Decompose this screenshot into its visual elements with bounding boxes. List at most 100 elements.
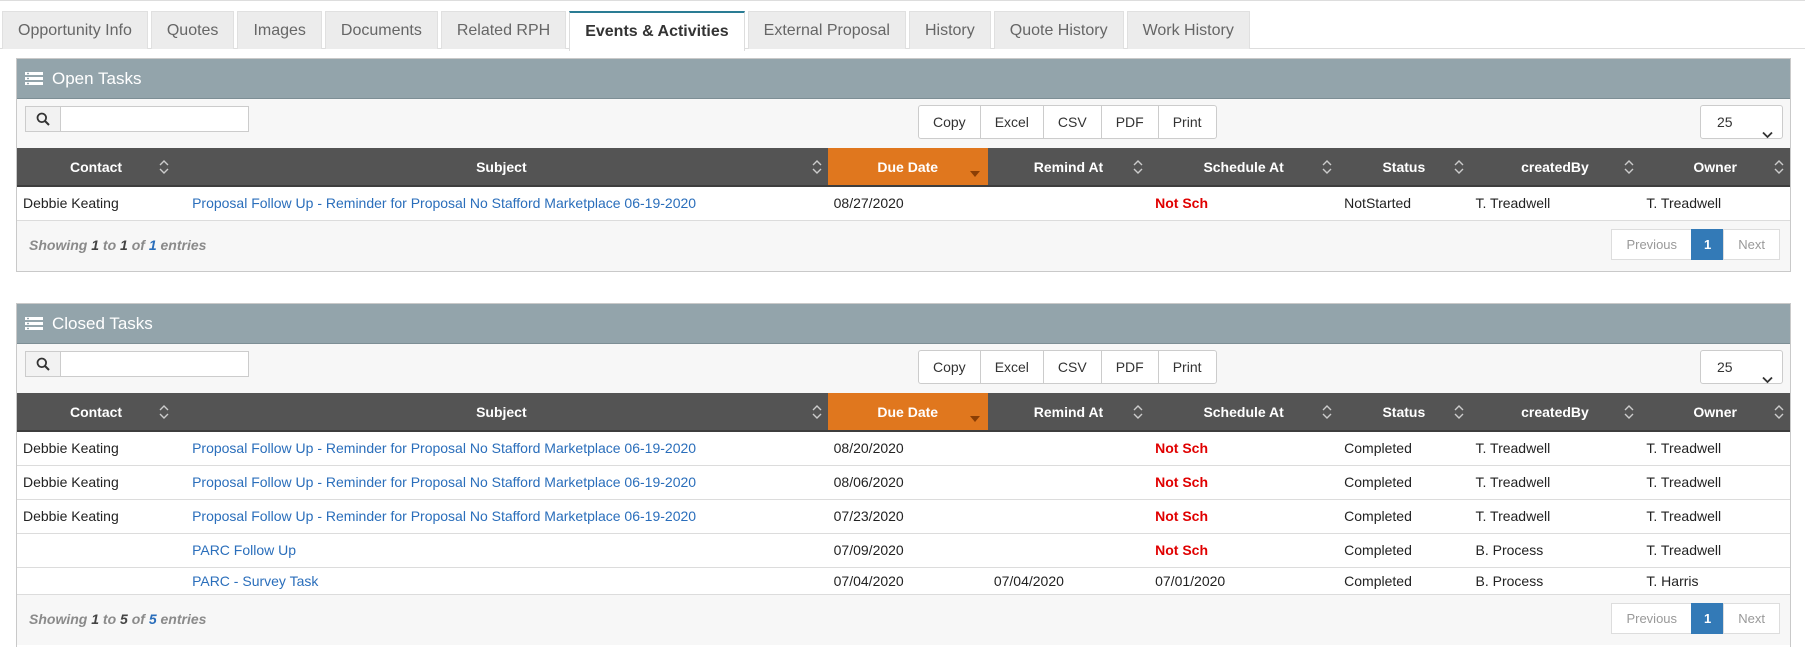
column-header-status[interactable]: Status [1338, 148, 1470, 187]
page-1-button[interactable]: 1 [1691, 602, 1725, 634]
sort-icon [1624, 160, 1634, 174]
search-input[interactable] [61, 351, 249, 377]
page-size-select[interactable]: 25 [1700, 350, 1783, 384]
tab-quotes[interactable]: Quotes [150, 11, 235, 49]
search-box [25, 351, 249, 377]
open-tasks-panel: Open Tasks Copy Excel CSV PDF Print 25 C… [16, 58, 1791, 272]
cell-contact: Debbie Keating [17, 186, 176, 221]
table-header-row: Contact Subject Due Date Remind At Sched… [17, 393, 1790, 432]
tab-related-rph[interactable]: Related RPH [440, 11, 567, 49]
print-button[interactable]: Print [1157, 350, 1217, 384]
search-icon[interactable] [25, 351, 61, 377]
column-header-contact[interactable]: Contact [17, 393, 176, 432]
pdf-button[interactable]: PDF [1100, 105, 1159, 139]
sort-icon [1454, 405, 1464, 419]
search-input[interactable] [61, 106, 249, 132]
csv-button[interactable]: CSV [1042, 105, 1102, 139]
copy-button[interactable]: Copy [918, 105, 981, 139]
column-header-subject[interactable]: Subject [175, 148, 828, 187]
cell-status: Completed [1338, 533, 1470, 568]
tab-events-activities[interactable]: Events & Activities [569, 11, 745, 51]
column-header-owner[interactable]: Owner [1640, 393, 1790, 432]
cell-owner: T. Treadwell [1640, 499, 1790, 534]
column-header-schedule-at[interactable]: Schedule At [1149, 393, 1339, 432]
cell-subject-link[interactable]: PARC Follow Up [175, 533, 828, 568]
previous-button[interactable]: Previous [1611, 228, 1693, 260]
chevron-down-icon [1762, 118, 1773, 150]
table-footer: Showing 1 to 1 of 1 entries Previous 1 N… [17, 220, 1790, 271]
closed-tasks-table: Contact Subject Due Date Remind At Sched… [17, 393, 1790, 595]
pdf-button[interactable]: PDF [1100, 350, 1159, 384]
table-row: Debbie Keating Proposal Follow Up - Remi… [17, 186, 1790, 221]
column-header-schedule-at[interactable]: Schedule At [1149, 148, 1339, 187]
copy-button[interactable]: Copy [918, 350, 981, 384]
cell-status: Completed [1338, 431, 1470, 466]
cell-owner: T. Harris [1640, 567, 1790, 595]
cell-contact: Debbie Keating [17, 499, 176, 534]
search-icon[interactable] [25, 106, 61, 132]
page-size-value: 25 [1717, 359, 1733, 375]
sort-icon [159, 405, 169, 419]
cell-subject-link[interactable]: Proposal Follow Up - Reminder for Propos… [175, 186, 828, 221]
cell-remind-at [987, 465, 1150, 500]
column-header-due-date[interactable]: Due Date [827, 148, 988, 187]
column-header-owner[interactable]: Owner [1640, 148, 1790, 187]
export-buttons: Copy Excel CSV PDF Print [918, 350, 1217, 384]
column-header-created-by[interactable]: createdBy [1469, 393, 1641, 432]
cell-remind-at [987, 533, 1150, 568]
cell-due-date: 07/23/2020 [827, 499, 988, 534]
cell-due-date: 07/09/2020 [827, 533, 988, 568]
panel-title: Open Tasks [52, 68, 142, 88]
column-header-remind-at[interactable]: Remind At [987, 148, 1150, 187]
column-header-subject[interactable]: Subject [175, 393, 828, 432]
csv-button[interactable]: CSV [1042, 350, 1102, 384]
column-header-remind-at[interactable]: Remind At [987, 393, 1150, 432]
cell-subject-link[interactable]: Proposal Follow Up - Reminder for Propos… [175, 499, 828, 534]
chevron-down-icon [1762, 363, 1773, 395]
list-icon [25, 316, 43, 331]
entries-info: Showing 1 to 5 of 5 entries [29, 610, 207, 627]
tab-opportunity-info[interactable]: Opportunity Info [2, 11, 148, 49]
tabs: Opportunity Info Quotes Images Documents… [0, 1, 1805, 51]
cell-remind-at [987, 431, 1150, 466]
sort-icon [812, 160, 822, 174]
tab-history[interactable]: History [908, 11, 991, 49]
cell-owner: T. Treadwell [1640, 533, 1790, 568]
cell-schedule-at: 07/01/2020 [1149, 567, 1339, 595]
cell-due-date: 08/06/2020 [827, 465, 988, 500]
tab-external-proposal[interactable]: External Proposal [747, 11, 906, 49]
column-header-due-date[interactable]: Due Date [827, 393, 988, 432]
cell-subject-link[interactable]: Proposal Follow Up - Reminder for Propos… [175, 465, 828, 500]
tab-images[interactable]: Images [237, 11, 322, 49]
table-footer: Showing 1 to 5 of 5 entries Previous 1 N… [17, 594, 1790, 645]
tab-quote-history[interactable]: Quote History [993, 11, 1124, 49]
sort-icon [1774, 405, 1784, 419]
tab-documents[interactable]: Documents [324, 11, 438, 49]
next-button[interactable]: Next [1723, 228, 1780, 260]
sort-icon [1133, 160, 1143, 174]
sort-icon [1454, 160, 1464, 174]
page-size-select[interactable]: 25 [1700, 105, 1783, 139]
sort-icon [1322, 405, 1332, 419]
column-header-created-by[interactable]: createdBy [1469, 148, 1641, 187]
cell-subject-link[interactable]: Proposal Follow Up - Reminder for Propos… [175, 431, 828, 466]
cell-schedule-at: Not Sch [1149, 186, 1339, 221]
table-row: PARC Follow Up 07/09/2020 Not Sch Comple… [17, 533, 1790, 568]
page-1-button[interactable]: 1 [1691, 228, 1725, 260]
cell-subject-link[interactable]: PARC - Survey Task [175, 567, 828, 595]
excel-button[interactable]: Excel [979, 105, 1044, 139]
cell-schedule-at: Not Sch [1149, 499, 1339, 534]
cell-remind-at [987, 499, 1150, 534]
print-button[interactable]: Print [1157, 105, 1217, 139]
next-button[interactable]: Next [1723, 602, 1780, 634]
tab-work-history[interactable]: Work History [1126, 11, 1250, 49]
column-header-status[interactable]: Status [1338, 393, 1470, 432]
entries-info: Showing 1 to 1 of 1 entries [29, 236, 207, 253]
previous-button[interactable]: Previous [1611, 602, 1693, 634]
excel-button[interactable]: Excel [979, 350, 1044, 384]
cell-contact: Debbie Keating [17, 431, 176, 466]
pagination: Previous 1 Next [1611, 228, 1780, 260]
cell-created-by: T. Treadwell [1469, 431, 1641, 466]
pagination: Previous 1 Next [1611, 602, 1780, 634]
column-header-contact[interactable]: Contact [17, 148, 176, 187]
